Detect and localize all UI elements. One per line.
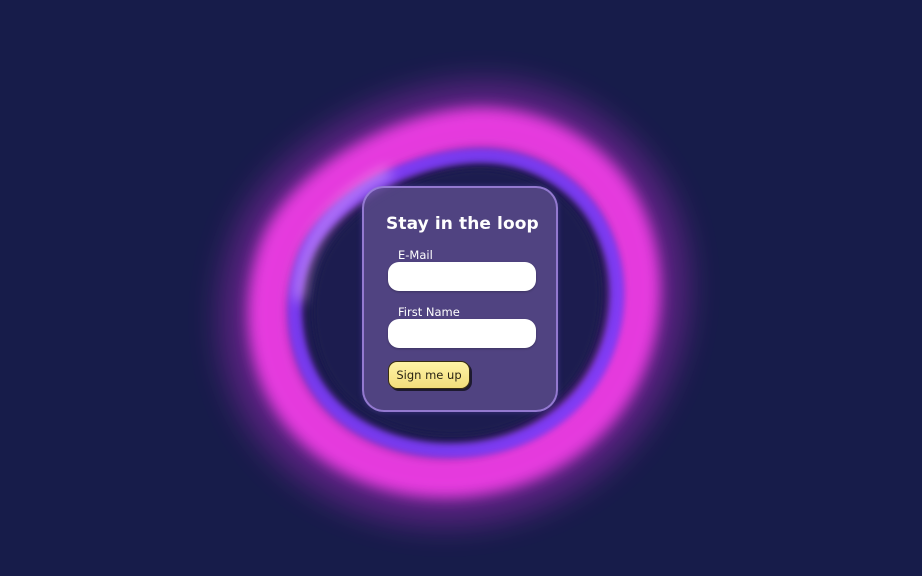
email-label: E-Mail: [398, 248, 433, 262]
signup-card: Stay in the loop E-Mail First Name Sign …: [362, 186, 558, 412]
form-title: Stay in the loop: [386, 214, 539, 234]
first-name-label: First Name: [398, 305, 460, 319]
sign-up-button[interactable]: Sign me up: [388, 361, 470, 389]
first-name-field[interactable]: [388, 319, 536, 348]
email-field[interactable]: [388, 262, 536, 291]
page-background: Stay in the loop E-Mail First Name Sign …: [0, 0, 922, 576]
